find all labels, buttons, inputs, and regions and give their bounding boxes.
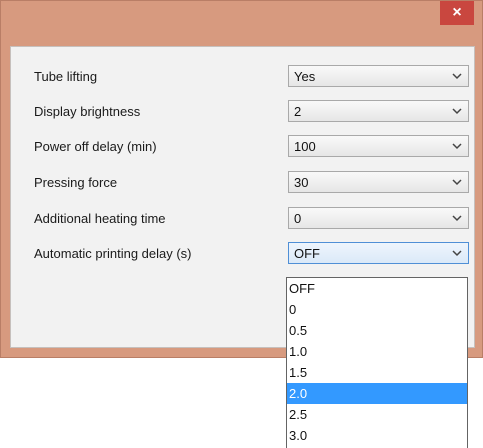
select-value: Yes (294, 69, 316, 84)
setting-label: Display brightness (34, 104, 141, 119)
setting-row-power-off-delay: Power off delay (min) 100 (11, 135, 474, 157)
select-value: OFF (294, 246, 320, 261)
setting-label: Pressing force (34, 175, 118, 190)
additional-heating-time-select[interactable]: 0 (288, 207, 469, 229)
automatic-printing-delay-dropdown-list: OFF 0 0.5 1.0 1.5 2.0 2.5 3.0 (286, 277, 468, 448)
dropdown-option[interactable]: 3.0 (287, 425, 467, 446)
setting-row-automatic-printing-delay: Automatic printing delay (s) OFF (11, 242, 474, 264)
setting-label: Automatic printing delay (s) (34, 246, 192, 261)
power-off-delay-select[interactable]: 100 (288, 135, 469, 157)
chevron-down-icon (452, 73, 462, 80)
dropdown-option[interactable]: 2.5 (287, 404, 467, 425)
dropdown-option[interactable]: 1.0 (287, 341, 467, 362)
tube-lifting-select[interactable]: Yes (288, 65, 469, 87)
dropdown-option[interactable]: 1.5 (287, 362, 467, 383)
setting-label: Power off delay (min) (34, 139, 157, 154)
chevron-down-icon (452, 179, 462, 186)
setting-label: Tube lifting (34, 69, 98, 84)
setting-row-display-brightness: Display brightness 2 (11, 100, 474, 122)
setting-row-additional-heating-time: Additional heating time 0 (11, 207, 474, 229)
close-icon[interactable]: × (440, 1, 474, 25)
dropdown-option[interactable]: 0.5 (287, 320, 467, 341)
chevron-down-icon (452, 143, 462, 150)
select-value: 30 (294, 175, 309, 190)
select-value: 0 (294, 211, 302, 226)
display-brightness-select[interactable]: 2 (288, 100, 469, 122)
setting-label: Additional heating time (34, 211, 166, 226)
chevron-down-icon (452, 215, 462, 222)
dropdown-option[interactable]: 0 (287, 299, 467, 320)
setting-row-pressing-force: Pressing force 30 (11, 171, 474, 193)
chevron-down-icon (452, 250, 462, 257)
select-value: 100 (294, 139, 316, 154)
pressing-force-select[interactable]: 30 (288, 171, 469, 193)
setting-row-tube-lifting: Tube lifting Yes (11, 65, 474, 87)
dropdown-option-highlighted[interactable]: 2.0 (287, 383, 467, 404)
automatic-printing-delay-select[interactable]: OFF (288, 242, 469, 264)
dropdown-option[interactable]: OFF (287, 278, 467, 299)
chevron-down-icon (452, 108, 462, 115)
select-value: 2 (294, 104, 302, 119)
